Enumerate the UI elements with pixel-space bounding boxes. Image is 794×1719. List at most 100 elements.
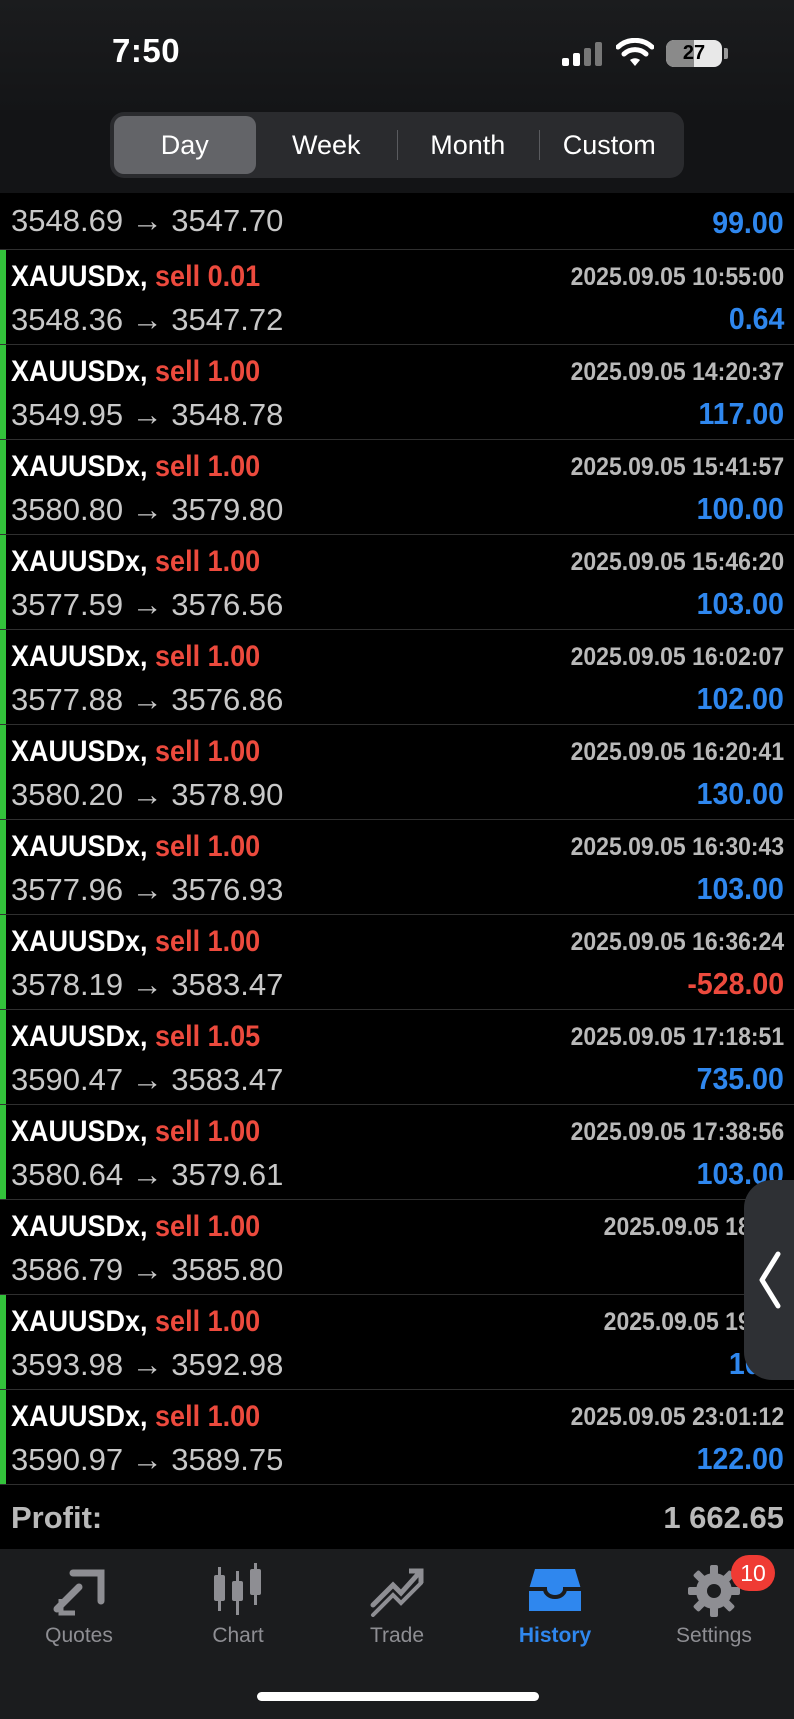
deal-time: 2025.09.05 14:20:37: [570, 358, 784, 386]
symbol-name: XAUUSDx,: [11, 735, 148, 768]
quotes-icon: [53, 1569, 105, 1616]
deal-time: 2025.09.05 23:01:12: [570, 1403, 784, 1431]
deal-side-volume: sell 1.00: [155, 1305, 261, 1338]
deal-side-volume: sell 1.05: [155, 1020, 261, 1053]
deal-symbol: XAUUSDx, sell 1.00: [11, 640, 260, 674]
list-item[interactable]: XAUUSDx, sell 1.00 2025.09.05 18:09 3586.7…: [0, 1200, 794, 1295]
deal-profit: 103.00: [696, 871, 784, 906]
tab-settings[interactable]: 10 Settings: [635, 1549, 793, 1659]
deal-symbol: XAUUSDx, sell 1.00: [11, 925, 260, 959]
symbol-name: XAUUSDx,: [11, 1115, 148, 1148]
trade-icon: [370, 1568, 424, 1617]
profit-label: Profit:: [11, 1500, 103, 1535]
deal-symbol: XAUUSDx, sell 1.00: [11, 1210, 260, 1244]
deal-profit: -528.00: [687, 966, 784, 1001]
symbol-name: XAUUSDx,: [11, 260, 148, 293]
symbol-name: XAUUSDx,: [11, 1210, 148, 1243]
candlestick-chart-icon: [214, 1563, 261, 1615]
deal-side-volume: sell 1.00: [155, 830, 261, 863]
deal-symbol: XAUUSDx, sell 1.00: [11, 355, 260, 389]
deal-prices: 3580.20 → 3578.90: [11, 777, 284, 812]
deal-profit: 735.00: [696, 1061, 784, 1096]
deal-profit: 99.00: [712, 205, 784, 240]
deal-symbol: XAUUSDx, sell 1.00: [11, 450, 260, 484]
tab-day[interactable]: Day: [114, 116, 256, 174]
deal-symbol: XAUUSDx, sell 1.00: [11, 735, 260, 769]
deal-profit: 117.00: [698, 396, 784, 431]
tab-trade[interactable]: Trade: [318, 1549, 476, 1659]
list-item[interactable]: XAUUSDx, sell 1.05 2025.09.05 17:18:51 359…: [0, 1010, 794, 1105]
deal-time: 2025.09.05 16:30:43: [570, 833, 784, 861]
deal-prices: 3548.36 → 3547.72: [11, 302, 284, 337]
deal-prices: 3580.80 → 3579.80: [11, 492, 284, 527]
settings-badge: 10: [731, 1555, 775, 1591]
deal-symbol: XAUUSDx, sell 1.00: [11, 830, 260, 864]
deal-profit: 103.00: [696, 586, 784, 621]
tab-history[interactable]: History: [476, 1549, 634, 1659]
list-item[interactable]: XAUUSDx, sell 1.00 2025.09.05 16:20:41 358…: [0, 725, 794, 820]
deal-time: 2025.09.05 17:38:56: [570, 1118, 784, 1146]
deal-prices: 3586.79 → 3585.80: [11, 1252, 284, 1287]
deal-side-volume: sell 0.01: [155, 260, 261, 293]
deal-symbol: XAUUSDx, sell 1.00: [11, 545, 260, 579]
list-item[interactable]: XAUUSDx, sell 1.00 2025.09.05 16:30:43 357…: [0, 820, 794, 915]
list-item[interactable]: XAUUSDx, sell 1.00 2025.09.05 15:41:57 358…: [0, 440, 794, 535]
inbox-tray-icon: [529, 1569, 581, 1611]
symbol-name: XAUUSDx,: [11, 450, 148, 483]
period-segmented-control: Day Week Month Custom: [110, 112, 684, 178]
deal-side-volume: sell 1.00: [155, 735, 261, 768]
list-item[interactable]: XAUUSDx, sell 0.01 2025.09.05 10:55:00 354…: [0, 250, 794, 345]
deal-time: 2025.09.05 15:41:57: [570, 453, 784, 481]
deal-prices: 3580.64 → 3579.61: [11, 1157, 284, 1192]
side-panel-handle[interactable]: [744, 1180, 794, 1380]
deal-side-volume: sell 1.00: [155, 925, 261, 958]
tab-chart-label: Chart: [212, 1624, 264, 1647]
list-item[interactable]: XAUUSDx, sell 1.00 2025.09.05 17:38:56 358…: [0, 1105, 794, 1200]
cellular-signal-icon: [562, 42, 604, 66]
deal-side-volume: sell 1.00: [155, 450, 261, 483]
list-item[interactable]: 3548.69 → 3547.70 99.00: [0, 193, 794, 250]
deal-prices: 3577.59 → 3576.56: [11, 587, 284, 622]
deal-side-volume: sell 1.00: [155, 1210, 261, 1243]
list-item[interactable]: XAUUSDx, sell 1.00 2025.09.05 16:36:24 357…: [0, 915, 794, 1010]
symbol-name: XAUUSDx,: [11, 545, 148, 578]
tab-chart[interactable]: Chart: [159, 1549, 317, 1659]
tab-history-label: History: [518, 1624, 592, 1647]
deal-prices: 3593.98 → 3592.98: [11, 1347, 284, 1382]
deal-time: 2025.09.05 16:36:24: [570, 928, 784, 956]
deal-prices: 3578.19 → 3583.47: [11, 967, 284, 1002]
profit-summary: Profit: 1 662.65: [0, 1490, 794, 1550]
list-item[interactable]: XAUUSDx, sell 1.00 2025.09.05 16:02:07 357…: [0, 630, 794, 725]
list-item[interactable]: XAUUSDx, sell 1.00 2025.09.05 19:39 3593.9…: [0, 1295, 794, 1390]
deal-symbol: XAUUSDx, sell 0.01: [11, 260, 260, 294]
deal-side-volume: sell 1.00: [155, 1115, 261, 1148]
symbol-name: XAUUSDx,: [11, 1020, 148, 1053]
tab-week[interactable]: Week: [256, 116, 398, 174]
symbol-name: XAUUSDx,: [11, 830, 148, 863]
tab-quotes-label: Quotes: [45, 1624, 113, 1647]
deal-profit: 100.00: [696, 491, 784, 526]
deal-side-volume: sell 1.00: [155, 355, 261, 388]
deal-time: 2025.09.05 16:02:07: [570, 643, 784, 671]
list-item[interactable]: XAUUSDx, sell 1.00 2025.09.05 14:20:37 354…: [0, 345, 794, 440]
deal-symbol: XAUUSDx, sell 1.00: [11, 1115, 260, 1149]
wifi-icon: [616, 38, 654, 66]
clock: 7:50: [112, 32, 181, 69]
deal-side-volume: sell 1.00: [155, 1400, 261, 1433]
deal-prices: 3577.96 → 3576.93: [11, 872, 284, 907]
deal-profit: 122.00: [696, 1441, 784, 1476]
list-item[interactable]: XAUUSDx, sell 1.00 2025.09.05 23:01:12 359…: [0, 1390, 794, 1485]
tab-settings-label: Settings: [676, 1624, 752, 1647]
deal-prices: 3548.69 → 3547.70: [11, 203, 284, 238]
tab-trade-label: Trade: [369, 1624, 425, 1647]
deal-time: 2025.09.05 17:18:51: [570, 1023, 784, 1051]
deal-prices: 3590.47 → 3583.47: [11, 1062, 284, 1097]
tab-quotes[interactable]: Quotes: [0, 1549, 158, 1659]
deals-list: 3548.69 → 3547.70 99.00 XAUUSDx, sell 0.…: [0, 193, 794, 1485]
list-item[interactable]: XAUUSDx, sell 1.00 2025.09.05 15:46:20 357…: [0, 535, 794, 630]
deal-side-volume: sell 1.00: [155, 545, 261, 578]
tab-month[interactable]: Month: [397, 116, 539, 174]
deal-time: 2025.09.05 10:55:00: [570, 263, 784, 291]
symbol-name: XAUUSDx,: [11, 1400, 148, 1433]
tab-custom[interactable]: Custom: [538, 116, 681, 174]
